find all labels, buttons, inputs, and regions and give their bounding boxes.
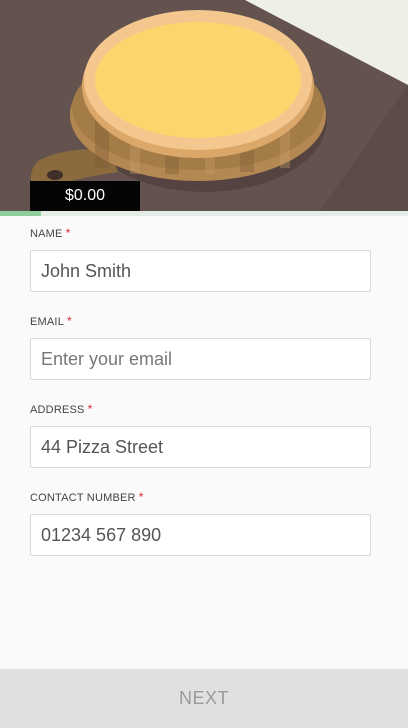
pizza-hero-image: $0.00	[0, 0, 408, 211]
pizza-illustration	[0, 0, 408, 211]
name-input[interactable]	[30, 250, 371, 292]
next-button[interactable]: NEXT	[0, 669, 408, 728]
name-label: NAME *	[30, 226, 70, 240]
email-input[interactable]	[30, 338, 371, 380]
contact-number-label-text: CONTACT NUMBER	[30, 492, 136, 504]
required-marker: *	[67, 314, 72, 328]
address-label: ADDRESS *	[30, 402, 92, 416]
order-progress-bar	[0, 211, 408, 216]
contact-number-input[interactable]	[30, 514, 371, 556]
email-label: EMAIL *	[30, 314, 72, 328]
address-input[interactable]	[30, 426, 371, 468]
order-progress-fill	[0, 211, 41, 216]
order-total-badge: $0.00	[30, 181, 140, 211]
address-label-text: ADDRESS	[30, 404, 85, 416]
required-marker: *	[138, 490, 144, 504]
contact-number-label: CONTACT NUMBER *	[30, 490, 144, 504]
checkout-screen: $0.00 NAME* EMAIL* ADDRESS* CONTACT NUMB…	[0, 0, 408, 728]
required-marker: *	[65, 226, 71, 240]
required-marker: *	[87, 402, 93, 416]
email-label-text: EMAIL	[30, 316, 65, 328]
name-label-text: NAME	[30, 228, 63, 240]
